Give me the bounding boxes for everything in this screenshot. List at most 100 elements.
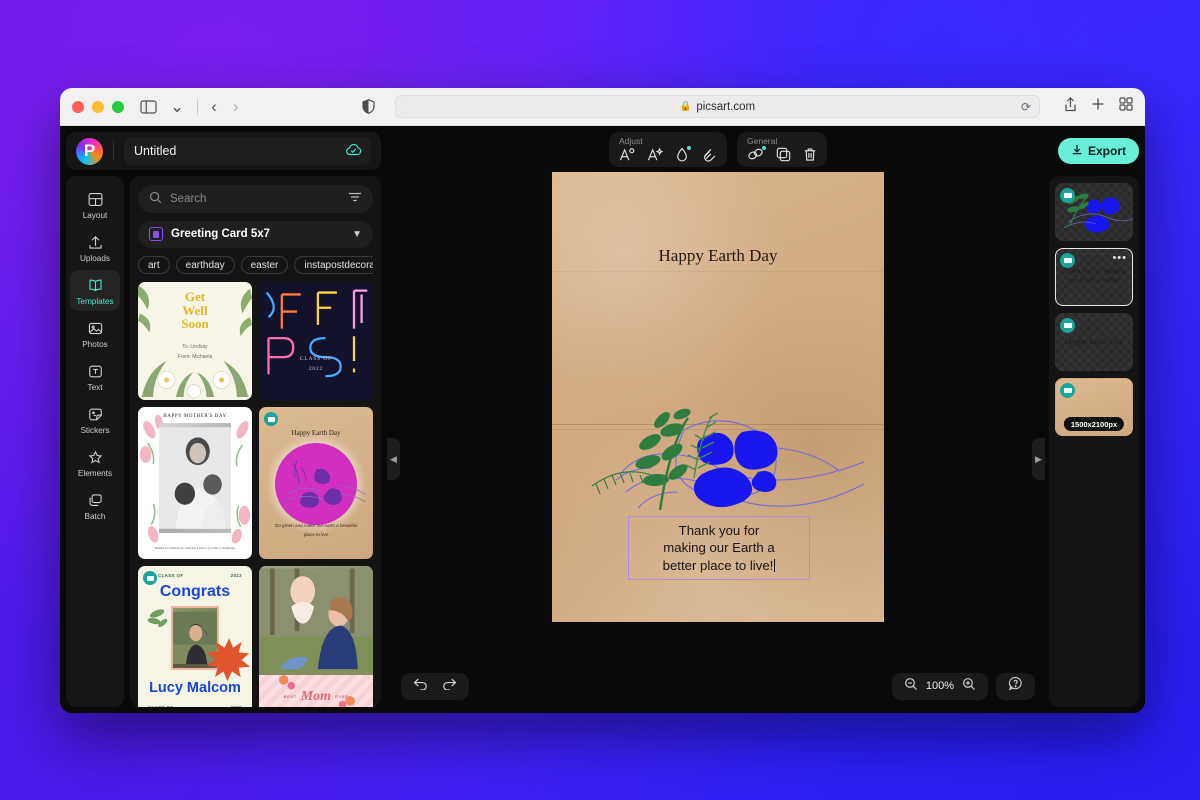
zoom-in-icon[interactable]	[962, 677, 976, 696]
canvas-artwork[interactable]	[552, 322, 884, 512]
template-card-happy-earth-day[interactable]: Happy Earth Day	[259, 407, 373, 559]
toolbar-group-label: General	[747, 136, 817, 146]
selected-text-box[interactable]: Thank you for making our Earth a better …	[628, 516, 810, 581]
toolbar-group-adjust: Adjust	[609, 132, 727, 167]
sidebar-item-label: Batch	[85, 512, 106, 521]
template-card-congrats-graduation[interactable]: CLASS OF 2022 Congrats	[138, 566, 252, 707]
delete-icon[interactable]	[803, 147, 817, 162]
collapse-right-panel-handle[interactable]: ▶	[1032, 438, 1045, 480]
layer-item-happy-earth-day-text[interactable]: Happy Earth Day	[1055, 313, 1133, 371]
class-of-label: CLASS OF	[300, 356, 332, 362]
sidebar-item-templates[interactable]: Templates	[70, 270, 120, 311]
template-student-name: Lucy Malcom	[138, 680, 252, 696]
font-style-icon[interactable]	[619, 147, 635, 162]
sidebar-item-uploads[interactable]: Uploads	[70, 227, 120, 268]
template-card-class-of-neon[interactable]: CLASS OF 2022	[259, 282, 373, 400]
picsart-logo-icon[interactable]: P	[76, 138, 103, 165]
help-icon[interactable]	[1008, 676, 1023, 696]
history-controls	[401, 673, 469, 700]
share-icon[interactable]	[1064, 97, 1077, 117]
redo-icon[interactable]	[442, 677, 457, 695]
design-canvas[interactable]: Happy Earth Day	[552, 172, 884, 622]
project-title-text: Untitled	[134, 144, 176, 158]
lock-icon: 🔒	[679, 101, 691, 112]
sidebar-item-label: Stickers	[80, 426, 109, 435]
duplicate-icon[interactable]	[776, 147, 791, 162]
text-cursor	[774, 559, 775, 572]
minimize-window-button[interactable]	[92, 101, 104, 113]
effects-icon[interactable]	[701, 147, 717, 162]
template-heading: HAPPY MOTHER'S DAY	[138, 414, 252, 419]
templates-panel: Search Greeting Card 5x7 ▼ art earthday	[130, 176, 381, 707]
browser-titlebar: ⌄ ‹ › 🔒 picsart.com ⟳	[60, 88, 1145, 126]
browser-toolbar-right	[1060, 97, 1133, 117]
template-footer-text: Thanks for putting up with me. I know yo…	[150, 546, 240, 552]
sidebar-item-label: Layout	[83, 211, 108, 220]
template-card-get-well-soon[interactable]: Get Well Soon To: Lindsay From: Michaela	[138, 282, 252, 400]
search-placeholder: Search	[170, 193, 206, 205]
header-divider	[113, 141, 114, 161]
reload-icon[interactable]: ⟳	[1021, 100, 1031, 114]
maximize-window-button[interactable]	[112, 101, 124, 113]
ai-tools-icon[interactable]	[747, 147, 764, 162]
zoom-level-label[interactable]: 100%	[925, 680, 955, 692]
template-grid: Get Well Soon To: Lindsay From: Michaela	[138, 282, 373, 707]
tag-chip[interactable]: instapostdecora	[294, 256, 373, 274]
text-line-2: making our Earth a	[663, 540, 774, 555]
window-controls[interactable]	[72, 101, 124, 113]
tag-list: art earthday easter instapostdecora	[138, 256, 373, 274]
tag-chip[interactable]: earthday	[176, 256, 235, 274]
ai-text-effects-icon[interactable]	[647, 147, 663, 162]
project-header: P Untitled	[66, 132, 381, 170]
layer-item-globe-plant[interactable]	[1055, 183, 1133, 241]
sidebar-item-stickers[interactable]: Stickers	[70, 399, 120, 440]
url-text: picsart.com	[696, 101, 755, 113]
search-input[interactable]: Search	[138, 185, 373, 213]
template-card-best-mom-ever[interactable]: BEST Mom EVER	[259, 566, 373, 707]
sidebar-item-label: Text	[87, 383, 102, 392]
tag-chip[interactable]: easter	[241, 256, 289, 274]
year-label: 2022	[309, 366, 323, 372]
layer-text-preview: Thank you for making our Earth a better	[1055, 268, 1133, 286]
layer-item-thank-you-text[interactable]: ••• Thank you for making our Earth a bet…	[1055, 248, 1133, 306]
card-size-icon	[149, 227, 163, 241]
address-bar[interactable]: 🔒 picsart.com ⟳	[395, 95, 1040, 118]
sidebar-item-batch[interactable]: Batch	[70, 485, 120, 526]
template-thumbnail: HAPPY MOTHER'S DAY	[138, 407, 252, 559]
filter-icon[interactable]	[348, 191, 362, 206]
forward-arrow-icon[interactable]: ›	[230, 98, 242, 115]
template-thumbnail: Happy Earth Day	[259, 407, 373, 559]
template-title: Get Well Soon	[138, 290, 252, 331]
collapse-left-panel-handle[interactable]: ◀	[387, 438, 400, 480]
layers-panel: ••• Thank you for making our Earth a bet…	[1049, 176, 1139, 707]
privacy-shield-icon[interactable]	[362, 99, 375, 114]
close-window-button[interactable]	[72, 101, 84, 113]
project-title-input[interactable]: Untitled	[124, 137, 371, 165]
sidebar-item-layout[interactable]: Layout	[70, 184, 120, 225]
sidebar-item-text[interactable]: Text	[70, 356, 120, 397]
year-label-bottom: 2022	[231, 705, 242, 707]
text-line-1: Thank you for	[679, 523, 760, 538]
canvas-stage: Happy Earth Day	[387, 126, 1049, 667]
back-arrow-icon[interactable]: ‹	[208, 98, 220, 115]
template-thumbnail: CLASS OF 2022	[259, 282, 373, 400]
more-options-icon[interactable]: •••	[1112, 252, 1127, 264]
canvas-size-selector[interactable]: Greeting Card 5x7 ▼	[138, 221, 373, 248]
undo-icon[interactable]	[413, 677, 428, 695]
search-icon	[149, 191, 162, 207]
right-column: Export	[1049, 126, 1145, 713]
sidebar-toggle-icon[interactable]	[140, 100, 157, 114]
video-badge-icon	[1060, 318, 1075, 333]
sidebar-item-photos[interactable]: Photos	[70, 313, 120, 354]
color-drop-icon[interactable]	[675, 147, 689, 162]
tag-chip[interactable]: art	[138, 256, 170, 274]
layer-item-background-paper[interactable]: 1500x2100px	[1055, 378, 1133, 436]
sidebar-item-elements[interactable]: Elements	[70, 442, 120, 483]
plus-icon[interactable]	[1091, 97, 1105, 116]
export-button[interactable]: Export	[1058, 138, 1139, 164]
template-card-happy-mothers-day[interactable]: HAPPY MOTHER'S DAY	[138, 407, 252, 559]
tab-overview-icon[interactable]	[1119, 97, 1133, 116]
sidebar-chevron-icon[interactable]: ⌄	[167, 98, 187, 115]
canvas-heading-text[interactable]: Happy Earth Day	[552, 246, 884, 266]
zoom-out-icon[interactable]	[904, 677, 918, 696]
